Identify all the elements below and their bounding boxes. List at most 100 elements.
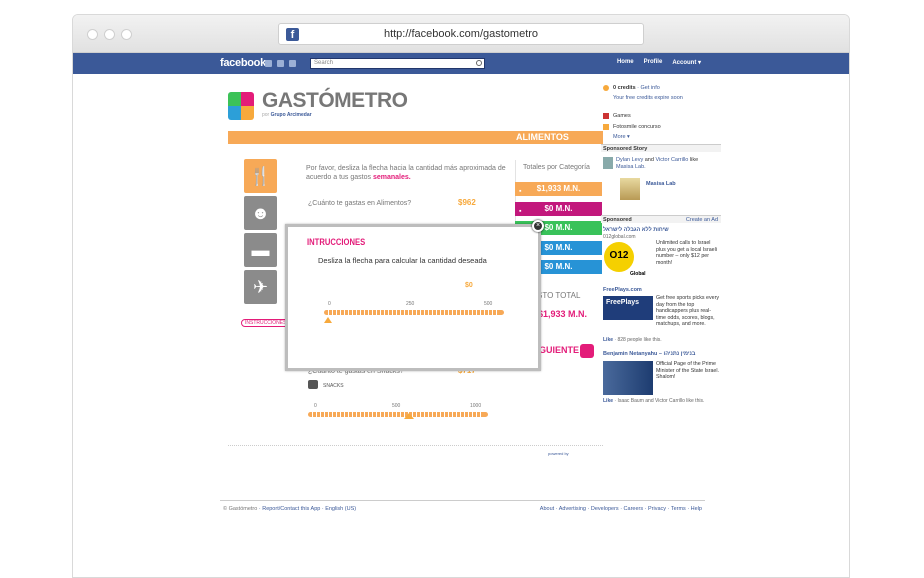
zoom-window-button[interactable] [121,29,132,40]
search-icon[interactable] [476,60,482,66]
snacks-slider-thumb[interactable] [403,413,414,419]
minimize-window-button[interactable] [104,29,115,40]
nav-account[interactable]: Account ▾ [672,59,701,66]
get-info-link[interactable]: · Get info [637,85,660,91]
url-text: http://facebook.com/gastometro [383,28,539,40]
story-user-1[interactable]: Dylan Levy [616,157,643,163]
car-category-tile[interactable]: ▬ [244,233,277,267]
app-subtitle: por Grupo Arcimedar [262,112,312,118]
total-button[interactable]: ▪ $0 M.N. [515,201,602,216]
fotosmile-link[interactable]: Fotosmile concurso [613,124,661,130]
create-ad-link[interactable]: Create an Ad [686,216,718,224]
story-avatar[interactable] [603,157,613,169]
mask-icon: ☻ [251,203,270,223]
notifications-icon[interactable] [289,60,296,67]
search-placeholder: Search [314,60,334,66]
nav-profile[interactable]: Profile [644,59,663,66]
ad2-headline[interactable]: FreePlays.com [603,287,642,293]
ad2-image[interactable]: FreePlays [603,296,653,320]
sponsored-header: Sponsored Create an Ad [601,215,721,223]
siguiente-arrow-icon[interactable] [580,344,594,358]
category-icon: ▪ [519,207,522,215]
siguiente-button[interactable]: GUIENTE [539,345,579,355]
games-icon [603,113,609,119]
total-value: $1,933 M.N. [536,184,581,193]
story-and: and [643,157,656,163]
entertainment-category-tile[interactable]: ☻ [244,196,277,230]
nav-home[interactable]: Home [617,59,634,66]
ad3-like-button[interactable]: Like [603,398,613,404]
footer-left-links[interactable]: · Report/Contact this App · English (US) [259,506,356,512]
browser-window: f http://facebook.com/gastometro faceboo… [72,14,850,578]
instructions-modal: INTRUCCIONES Desliza la flecha para calc… [285,224,541,371]
total-value: $0 M.N. [544,203,573,213]
totals-title: Totales por Categoría [523,164,590,171]
games-link[interactable]: Games [613,113,631,119]
story-text: Dylan Levy and Victor Carrillo like Masis… [616,157,716,171]
ad1-text: Unlimited calls to Israel plus you get a… [656,240,717,266]
search-input[interactable]: Search [310,58,485,69]
facebook-favicon-icon: f [286,28,299,41]
food-amount: $962 [458,198,476,207]
fork-knife-icon: 🍴 [249,166,272,186]
footer-copyright: © Gastómetro [223,506,258,512]
ad2-text: Get free sports picks every day from the… [656,295,719,327]
modal-title: INTRUCCIONES [307,237,366,247]
ad3-headline[interactable]: Benjamin Netanyahu – בנימין נתניהו [603,351,695,357]
category-bar: ALIMENTOS [228,131,603,144]
story-page-link[interactable]: Masisa Lab. [616,164,646,170]
ad1-logo-global: Global [630,271,646,277]
costo-total-value: $1,933 M.N. [538,309,588,319]
masisa-image[interactable] [620,178,640,200]
story-user-2[interactable]: Victor Carrillo [655,157,688,163]
category-icon: ▪ [519,188,522,195]
instructions-text: Por favor, desliza la flecha hacia la ca… [306,164,506,182]
tick-label: 500 [392,403,401,409]
address-bar[interactable]: f http://facebook.com/gastometro [278,23,644,45]
messages-icon[interactable] [277,60,284,67]
description-bold: semanales. [372,174,411,181]
snacks-icon [308,380,318,389]
free-credits-link[interactable]: Your free credits expire soon [613,95,683,101]
ad3-like-text: · Isaac Baum and Victor Carrillo like th… [614,398,705,404]
fotosmile-icon [603,124,609,130]
more-link[interactable]: More ▾ [613,134,630,140]
close-modal-icon[interactable]: × [532,220,544,232]
modal-value: $0 [465,282,473,289]
facebook-logo[interactable]: facebook [220,57,266,69]
subtitle-brand: Grupo Arcimedar [270,112,312,118]
total-button[interactable]: ▪ $1,933 M.N. [515,182,602,196]
footer-left: © Gastómetro · Report/Contact this App ·… [223,506,356,512]
ad2-like-count: · 828 people like this. [614,337,662,343]
close-window-button[interactable] [87,29,98,40]
powered-by: powered by [548,451,569,456]
travel-category-tile[interactable]: ✈ [244,270,277,304]
friend-requests-icon[interactable] [265,60,272,67]
ad2-like-row: Like · 828 people like this. [603,337,662,343]
instrucciones-link[interactable]: INSTRUCCIONES [241,319,291,327]
page-content: GASTÓMETRO por Grupo Arcimedar ALIMENTOS… [73,74,849,577]
food-category-tile[interactable]: 🍴 [244,159,277,193]
ad2-like-button[interactable]: Like [603,337,613,343]
story-like: like [688,157,699,163]
credits-row: 0 credits · Get info [613,85,660,91]
tick-label: 250 [406,301,415,307]
top-nav: Home Profile Account ▾ [617,59,701,66]
credits-icon [603,85,609,91]
modal-slider-ticks [328,310,500,315]
masisa-ad-name[interactable]: Masisa Lab [646,181,676,187]
tick-label: 0 [328,301,331,307]
gastometro-logo-icon [228,92,254,120]
footer-links[interactable]: About · Advertising · Developers · Caree… [540,506,702,512]
subtitle-prefix: por [262,112,270,118]
ad3-image[interactable] [603,361,653,395]
ad1-headline[interactable]: שיחות ללא הגבלה לישראל [603,227,669,233]
ad1-logo[interactable]: O12 [604,242,634,272]
sponsored-title: Sponsored [603,217,632,223]
credits-count: 0 credits [613,85,636,91]
browser-chrome: f http://facebook.com/gastometro [73,15,849,53]
ad2-logo: FreePlays [606,299,640,306]
modal-slider-thumb[interactable] [324,317,332,323]
tick-label: 500 [484,301,493,307]
ad3-like-row: Like · Isaac Baum and Victor Carrillo li… [603,398,723,404]
